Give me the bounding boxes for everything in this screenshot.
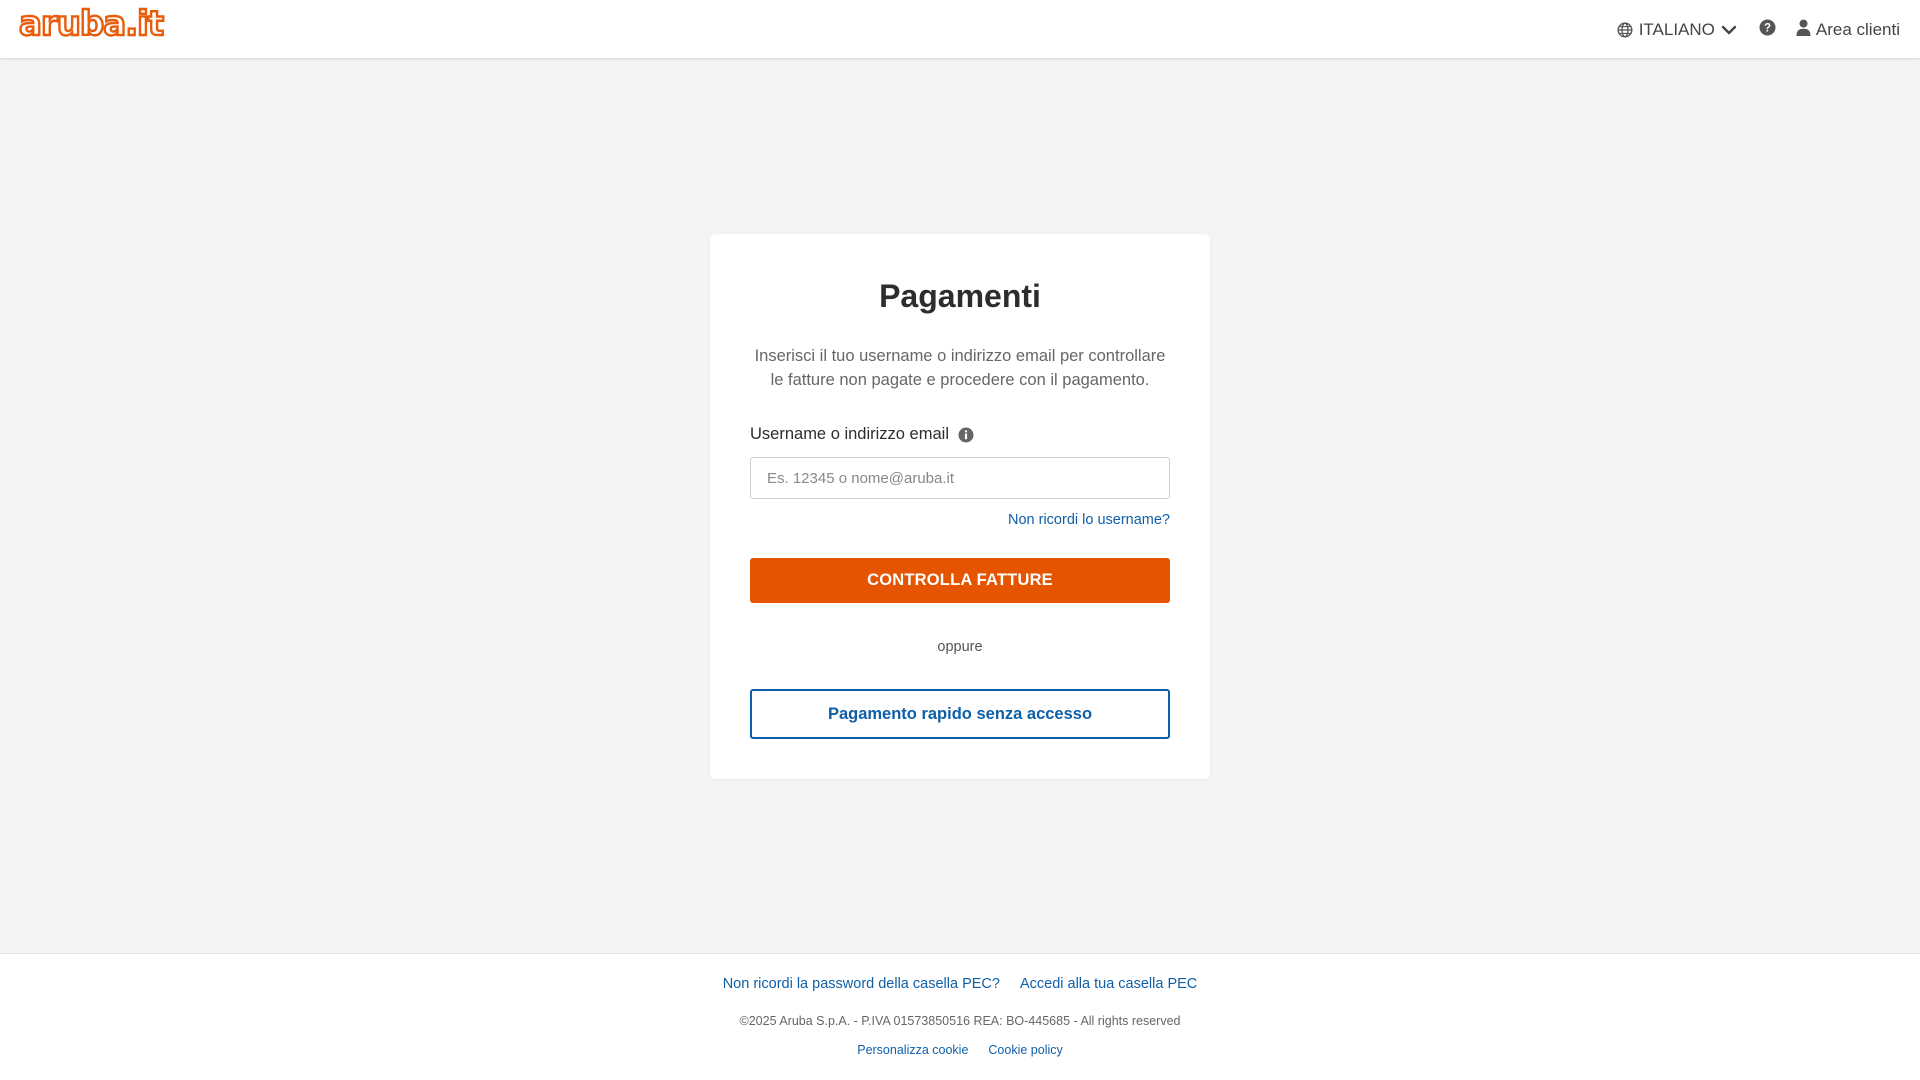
info-circle-icon[interactable] xyxy=(958,427,974,443)
username-input[interactable] xyxy=(750,457,1170,499)
page-title: Pagamenti xyxy=(879,278,1041,314)
help-button[interactable]: ? xyxy=(1759,19,1776,41)
field-label-text: Username o indirizzo email xyxy=(750,425,949,443)
account-area-link[interactable]: Area clienti xyxy=(1796,19,1900,41)
header-actions: ITALIANO ? Area clienti xyxy=(1617,0,1900,59)
check-invoices-button[interactable]: CONTROLLA FATTURE xyxy=(750,558,1170,603)
footer-links: Non ricordi la password della casella PE… xyxy=(0,976,1920,992)
pec-password-recovery-link[interactable]: Non ricordi la password della casella PE… xyxy=(723,976,1000,992)
cookie-settings-link[interactable]: Personalizza cookie xyxy=(857,1043,968,1057)
chevron-down-icon xyxy=(1721,24,1737,36)
aruba-logo[interactable]: aruba.it xyxy=(18,5,165,43)
top-header: aruba.it ITALIANO ? Area clienti xyxy=(0,0,1920,59)
separator-text: oppure xyxy=(937,639,983,655)
copyright-text: ©2025 Aruba S.p.A. - P.IVA 01573850516 R… xyxy=(739,1014,1181,1028)
account-label: Area clienti xyxy=(1815,19,1900,39)
pec-login-link[interactable]: Accedi alla tua casella PEC xyxy=(1020,976,1197,992)
page-footer: Non ricordi la password della casella PE… xyxy=(0,953,1920,1080)
user-icon xyxy=(1796,19,1811,41)
page-description: Inserisci il tuo username o indirizzo em… xyxy=(754,347,1166,389)
svg-text:?: ? xyxy=(1764,22,1771,34)
username-field-label: Username o indirizzo email xyxy=(750,425,974,444)
globe-icon xyxy=(1617,21,1633,38)
language-selector[interactable]: ITALIANO xyxy=(1617,20,1737,40)
question-circle-icon: ? xyxy=(1759,19,1776,41)
quick-payment-button[interactable]: Pagamento rapido senza accesso xyxy=(750,689,1170,739)
payments-card: Pagamenti Inserisci il tuo username o in… xyxy=(710,234,1210,779)
language-label: ITALIANO xyxy=(1638,19,1715,39)
cookie-policy-link[interactable]: Cookie policy xyxy=(988,1043,1062,1057)
forgot-username-link[interactable]: Non ricordi lo username? xyxy=(1008,512,1170,528)
legal-links: Personalizza cookie Cookie policy xyxy=(0,1043,1920,1057)
